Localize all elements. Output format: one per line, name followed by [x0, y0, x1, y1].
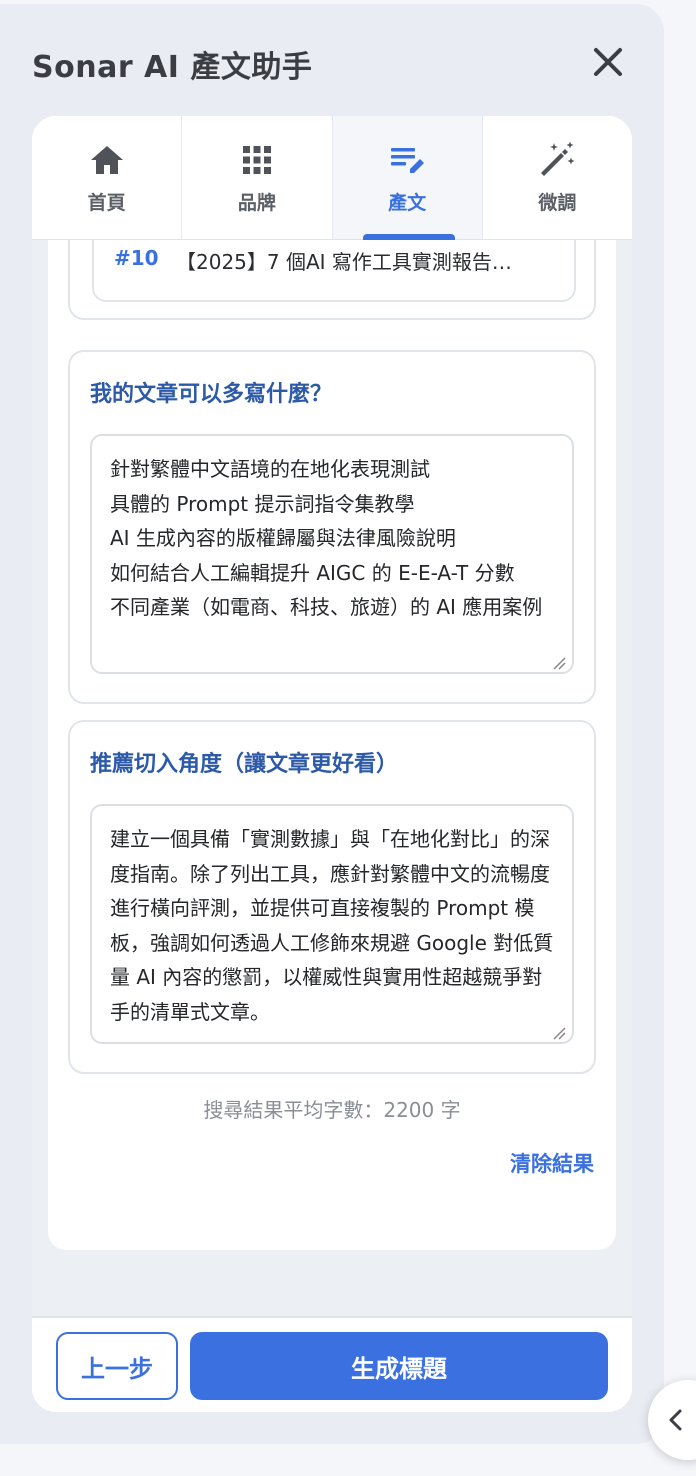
tab-tune[interactable]: 微調: [483, 116, 632, 239]
angle-textarea[interactable]: 建立一個具備「實測數據」與「在地化對比」的深度指南。除了列出工具，應針對繁體中文…: [90, 804, 574, 1044]
tab-brand[interactable]: 品牌: [182, 116, 333, 239]
tab-generate[interactable]: 產文: [332, 116, 483, 240]
tab-home-label: 首頁: [87, 192, 126, 214]
tab-brand-label: 品牌: [237, 192, 276, 214]
resize-grip-icon[interactable]: [552, 1026, 566, 1040]
footer-actions: 上一步 生成標題: [32, 1316, 632, 1412]
app-title: Sonar AI 產文助手: [32, 50, 313, 85]
angle-title: 推薦切入角度（讓文章更好看）: [90, 752, 399, 777]
panel-header: Sonar AI 產文助手: [0, 4, 664, 116]
tab-generate-label: 產文: [388, 192, 427, 214]
tab-bar: 首頁 品牌 產文 微調: [32, 116, 632, 240]
chevron-left-icon: [669, 1409, 682, 1431]
ranking-title[interactable]: 【2025】7 個AI 寫作工具實測報告…: [176, 246, 546, 275]
average-word-count: 搜尋結果平均字數：2200 字: [203, 1098, 461, 1122]
close-icon: [594, 48, 622, 76]
assistant-panel: Sonar AI 產文助手 首頁 品牌 產文 微調 #10 【2025】7 個A…: [0, 4, 664, 1444]
ranking-number: #10: [114, 246, 159, 270]
previous-step-button[interactable]: 上一步: [56, 1332, 178, 1400]
main-card: 首頁 品牌 產文 微調 #10 【2025】7 個AI 寫作工具實測報告… 我的…: [32, 116, 632, 1412]
clear-results-button[interactable]: 清除結果: [510, 1148, 594, 1178]
ranking-section: #10 【2025】7 個AI 寫作工具實測報告…: [68, 240, 596, 320]
ranking-list: #10 【2025】7 個AI 寫作工具實測報告…: [92, 240, 576, 302]
resize-grip-icon[interactable]: [552, 656, 566, 670]
edit-list-icon: [391, 148, 425, 173]
active-tab-indicator: [362, 234, 455, 240]
tab-home[interactable]: 首頁: [32, 116, 183, 239]
more-topics-title: 我的文章可以多寫什麼？: [90, 382, 333, 407]
tab-tune-label: 微調: [538, 192, 577, 214]
close-button[interactable]: [588, 42, 628, 82]
results-container: #10 【2025】7 個AI 寫作工具實測報告… 我的文章可以多寫什麼？ 針對…: [48, 240, 616, 1250]
grid-icon: [242, 146, 271, 174]
magic-wand-icon: [541, 141, 575, 176]
home-icon: [90, 146, 123, 174]
more-topics-textarea[interactable]: 針對繁體中文語境的在地化表現測試 具體的 Prompt 提示詞指令集教學 AI …: [90, 434, 574, 674]
angle-section: 推薦切入角度（讓文章更好看） 建立一個具備「實測數據」與「在地化對比」的深度指南…: [68, 720, 596, 1074]
results-scroll-area[interactable]: #10 【2025】7 個AI 寫作工具實測報告… 我的文章可以多寫什麼？ 針對…: [32, 240, 632, 1316]
generate-title-button[interactable]: 生成標題: [190, 1332, 608, 1400]
more-topics-section: 我的文章可以多寫什麼？ 針對繁體中文語境的在地化表現測試 具體的 Prompt …: [68, 350, 596, 704]
